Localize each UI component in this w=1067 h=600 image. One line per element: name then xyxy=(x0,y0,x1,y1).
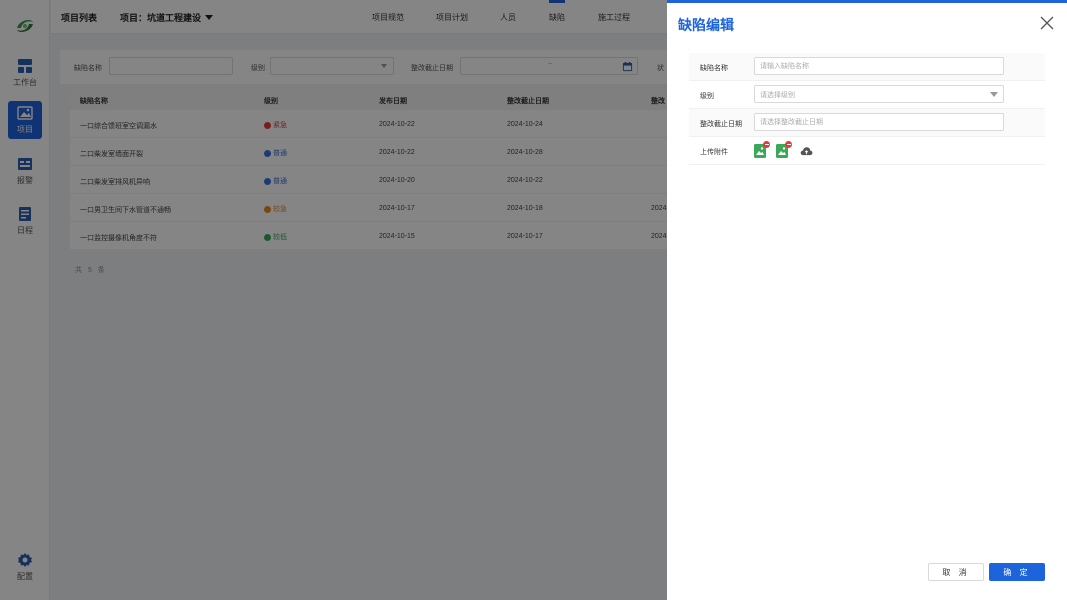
attachment-item[interactable] xyxy=(754,141,770,158)
level-label: 级别 xyxy=(700,93,714,100)
defect-edit-drawer: 缺陷编辑 缺陷名称 级别 请选择级别 整改截止日期 上传附件 xyxy=(667,0,1067,600)
cancel-button[interactable]: 取 消 xyxy=(928,563,984,581)
confirm-button[interactable]: 确 定 xyxy=(989,563,1045,581)
form-row-name: 缺陷名称 xyxy=(689,53,1045,81)
attachment-list xyxy=(754,141,813,161)
level-select[interactable]: 请选择级别 xyxy=(754,85,1004,103)
drawer-title: 缺陷编辑 xyxy=(678,17,734,33)
remove-attachment-icon[interactable] xyxy=(763,141,770,148)
defect-form: 缺陷名称 级别 请选择级别 整改截止日期 上传附件 xyxy=(689,53,1045,165)
attachment-item[interactable] xyxy=(776,141,792,158)
defect-name-input[interactable] xyxy=(754,57,1004,75)
form-row-deadline: 整改截止日期 xyxy=(689,109,1045,137)
deadline-label: 整改截止日期 xyxy=(700,121,742,128)
level-placeholder: 请选择级别 xyxy=(760,92,795,99)
close-icon[interactable] xyxy=(1039,15,1055,31)
deadline-date-input[interactable] xyxy=(754,113,1004,131)
attach-label: 上传附件 xyxy=(700,149,728,156)
chevron-down-icon xyxy=(990,92,998,97)
cloud-upload-icon[interactable] xyxy=(800,146,813,156)
form-row-level: 级别 请选择级别 xyxy=(689,81,1045,109)
name-label: 缺陷名称 xyxy=(700,65,728,72)
remove-attachment-icon[interactable] xyxy=(785,141,792,148)
form-row-attachment: 上传附件 xyxy=(689,137,1045,165)
